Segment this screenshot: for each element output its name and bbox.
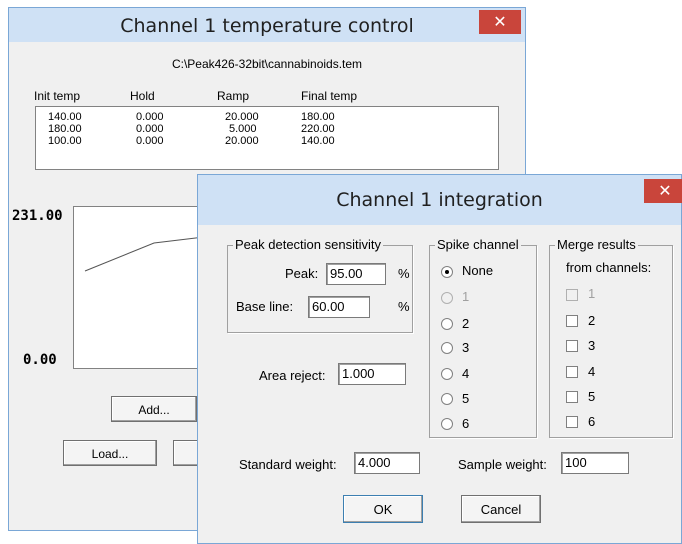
- dialog-title: Channel 1 integration: [336, 189, 543, 211]
- merge-results-group: Merge results from channels: 1 2 3 4 5 6: [549, 237, 673, 438]
- add-button[interactable]: Add...: [111, 396, 197, 422]
- merge-option-label: 3: [588, 338, 596, 353]
- merge-results-title: Merge results: [555, 237, 638, 252]
- cell-hold: 0.000: [136, 123, 164, 135]
- column-header-init-temp: Init temp: [34, 89, 81, 103]
- spike-option-label: 4: [462, 366, 470, 381]
- close-button[interactable]: ✕: [479, 10, 521, 34]
- spike-channel-group: Spike channel None 1 2 3 4 5 6: [429, 237, 537, 438]
- cell-ramp: 5.000: [229, 123, 257, 135]
- spike-radio-3[interactable]: [441, 342, 453, 354]
- merge-option-label: 2: [588, 313, 596, 328]
- spike-radio-1[interactable]: [441, 292, 453, 304]
- baseline-label: Base line:: [236, 299, 294, 314]
- cell-ramp: 20.000: [225, 111, 259, 123]
- column-header-ramp: Ramp: [217, 89, 250, 103]
- load-button[interactable]: Load...: [63, 440, 157, 466]
- merge-option-label: 4: [588, 364, 596, 379]
- merge-option-label: 6: [588, 414, 596, 429]
- dialog-title: Channel 1 temperature control: [120, 15, 414, 37]
- cancel-button[interactable]: Cancel: [461, 495, 541, 523]
- column-header-final-temp: Final temp: [301, 89, 358, 103]
- spike-option-label: 2: [462, 316, 470, 331]
- graph-y-min-label: 0.00: [23, 352, 57, 368]
- spike-radio-4[interactable]: [441, 368, 453, 380]
- merge-checkbox-2[interactable]: [566, 315, 578, 327]
- ramp-table[interactable]: 140.00 0.000 20.000 180.00 180.00 0.000 …: [35, 106, 499, 170]
- file-path: C:\Peak426-32bit\cannabinoids.tem: [171, 57, 363, 71]
- merge-results-subtitle: from channels:: [566, 260, 652, 275]
- cell-ramp: 20.000: [225, 135, 259, 147]
- peak-input[interactable]: 95.00: [326, 263, 386, 285]
- merge-checkbox-3[interactable]: [566, 340, 578, 352]
- standard-weight-label: Standard weight:: [239, 457, 337, 472]
- baseline-input[interactable]: 60.00: [308, 296, 370, 318]
- cell-hold: 0.000: [136, 111, 164, 123]
- spike-radio-6[interactable]: [441, 418, 453, 430]
- peak-unit: %: [398, 266, 410, 281]
- spike-option-label: None: [462, 263, 494, 278]
- peak-detection-group: Peak detection sensitivity Peak: 95.00 %…: [227, 237, 413, 333]
- cell-final-temp: 220.00: [301, 123, 335, 135]
- spike-option-label: 1: [462, 289, 470, 304]
- cell-init-temp: 180.00: [48, 123, 82, 135]
- merge-option-label: 1: [588, 286, 596, 301]
- cell-final-temp: 140.00: [301, 135, 335, 147]
- merge-checkbox-4[interactable]: [566, 366, 578, 378]
- spike-option-label: 3: [462, 340, 470, 355]
- cell-init-temp: 140.00: [48, 111, 82, 123]
- cell-final-temp: 180.00: [301, 111, 335, 123]
- spike-channel-title: Spike channel: [435, 237, 521, 252]
- cell-hold: 0.000: [136, 135, 164, 147]
- merge-checkbox-6[interactable]: [566, 416, 578, 428]
- cell-init-temp: 100.00: [48, 135, 82, 147]
- area-reject-label: Area reject:: [259, 368, 326, 383]
- sample-weight-input[interactable]: 100: [561, 452, 629, 474]
- peak-label: Peak:: [285, 266, 319, 281]
- spike-option-label: 5: [462, 391, 470, 406]
- integration-dialog: Channel 1 integration ✕ Peak detection s…: [197, 174, 682, 544]
- merge-checkbox-5[interactable]: [566, 391, 578, 403]
- spike-radio-2[interactable]: [441, 318, 453, 330]
- spike-radio-5[interactable]: [441, 393, 453, 405]
- close-button[interactable]: ✕: [644, 179, 682, 203]
- graph-y-max-label: 231.00: [12, 208, 63, 224]
- peak-detection-title: Peak detection sensitivity: [233, 237, 383, 252]
- spike-radio-none[interactable]: [441, 266, 453, 278]
- spike-option-label: 6: [462, 416, 470, 431]
- ok-button[interactable]: OK: [343, 495, 423, 523]
- merge-option-label: 5: [588, 389, 596, 404]
- standard-weight-input[interactable]: 4.000: [354, 452, 420, 474]
- sample-weight-label: Sample weight:: [458, 457, 547, 472]
- baseline-unit: %: [398, 299, 410, 314]
- area-reject-input[interactable]: 1.000: [338, 363, 406, 385]
- column-header-hold: Hold: [130, 89, 155, 103]
- merge-checkbox-1[interactable]: [566, 289, 578, 301]
